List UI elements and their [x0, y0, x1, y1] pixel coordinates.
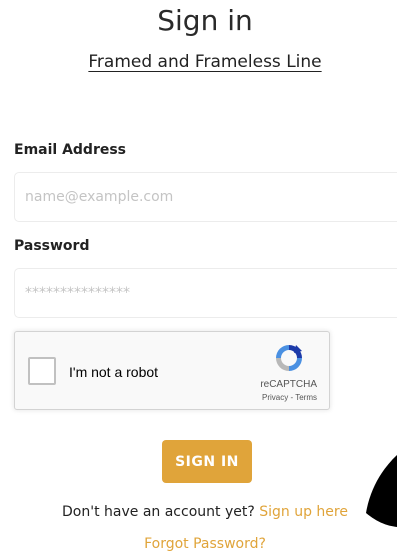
signup-prompt-text: Don't have an account yet? [62, 504, 255, 520]
page-subtitle: Framed and Frameless Line [88, 52, 322, 72]
recaptcha-label: I'm not a robot [69, 364, 159, 380]
forgot-password-link[interactable]: Forgot Password? [144, 536, 266, 552]
recaptcha-links[interactable]: Privacy - Terms [262, 393, 317, 402]
signup-prompt: Don't have an account yet? Sign up here [0, 504, 397, 520]
signup-link[interactable]: Sign up here [259, 504, 348, 520]
recaptcha-brand: reCAPTCHA [260, 379, 317, 390]
recaptcha-widget: I'm not a robot reCAPTCHA Privacy - Term… [14, 331, 330, 410]
sign-in-button[interactable]: SIGN IN [162, 440, 252, 483]
page-title: Sign in [157, 4, 253, 37]
email-field[interactable] [14, 172, 397, 222]
password-label: Password [14, 238, 90, 254]
forgot-password-row: Forgot Password? [0, 536, 397, 552]
recaptcha-icon [276, 345, 302, 371]
decorative-corner-shape [366, 455, 397, 527]
password-field[interactable] [14, 268, 397, 318]
recaptcha-checkbox[interactable] [28, 357, 56, 385]
email-label: Email Address [14, 142, 127, 158]
